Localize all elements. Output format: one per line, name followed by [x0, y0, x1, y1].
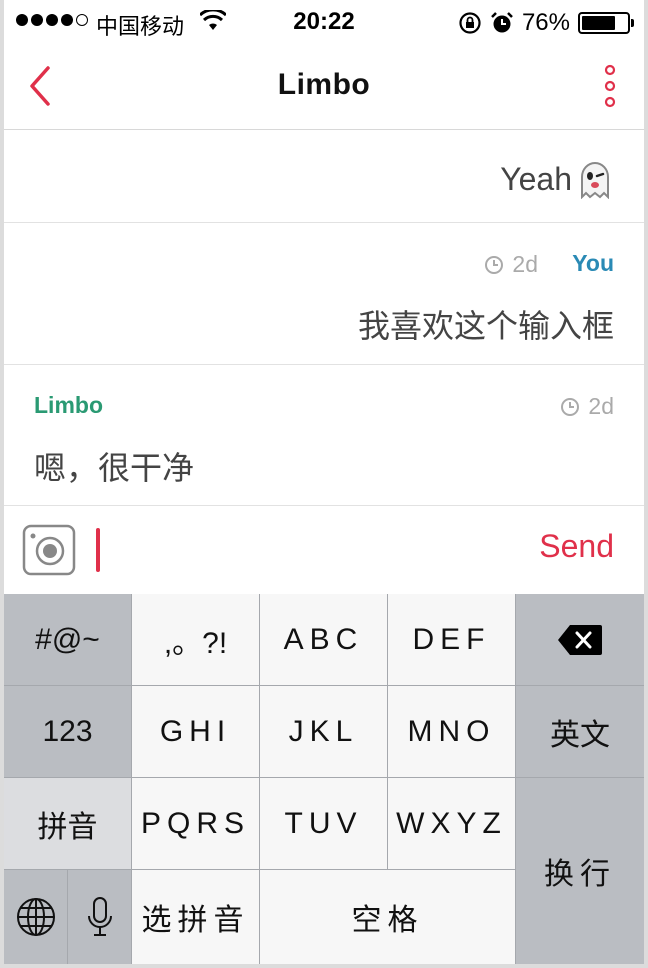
ghost-emoji-icon [581, 162, 609, 199]
message-input-bar: Send [4, 506, 644, 594]
delete-icon [558, 624, 602, 655]
more-options-icon[interactable] [602, 64, 618, 108]
message-author: Limbo [34, 392, 103, 418]
page-title: Limbo [277, 68, 371, 101]
message-text: 嗯，很干净 [34, 450, 195, 486]
camera-icon[interactable] [22, 524, 76, 576]
globe-icon [16, 898, 55, 936]
nav-bar: Limbo [4, 44, 644, 130]
key-english[interactable]: 英文 [516, 686, 644, 778]
clock-icon [485, 255, 504, 274]
status-bar: 中国移动 20:22 76% [4, 0, 644, 44]
key-pqrs[interactable]: PQRS [132, 778, 260, 870]
key-mno[interactable]: MNO [388, 686, 516, 778]
keyboard: #@~ ,。?! ABC DEF 123 GHI JKL MNO 英文 拼音 P… [4, 594, 644, 964]
message-input[interactable] [96, 528, 100, 572]
message-time: 2d [560, 393, 614, 420]
key-pinyin[interactable]: 拼音 [4, 778, 132, 870]
key-ghi[interactable]: GHI [132, 686, 260, 778]
message-item: Limbo 2d 嗯，很干净 [4, 365, 644, 506]
key-symbols[interactable]: #@~ [4, 594, 132, 686]
message-text: Yeah [500, 160, 572, 197]
message-text: 我喜欢这个输入框 [357, 308, 614, 344]
key-select-pinyin[interactable]: 选拼音 [132, 870, 260, 964]
phone-screen: 中国移动 20:22 76% Limbo Yeah 2d You 我喜欢这个输入… [4, 0, 644, 964]
key-numbers[interactable]: 123 [4, 686, 132, 778]
key-microphone[interactable] [68, 870, 132, 964]
key-def[interactable]: DEF [388, 594, 516, 686]
clock-icon [561, 397, 580, 416]
key-punctuation[interactable]: ,。?! [132, 594, 260, 686]
key-wxyz[interactable]: WXYZ [388, 778, 516, 870]
battery-percent: 76% [521, 9, 570, 36]
key-abc[interactable]: ABC [260, 594, 388, 686]
send-button[interactable]: Send [539, 528, 614, 565]
message-item: 2d You 我喜欢这个输入框 [4, 223, 644, 365]
key-jkl[interactable]: JKL [260, 686, 388, 778]
key-return[interactable]: 换行 [516, 778, 644, 964]
battery-icon [578, 12, 634, 34]
rotation-lock-icon [459, 12, 481, 34]
key-tuv[interactable]: TUV [260, 778, 388, 870]
key-delete[interactable] [516, 594, 644, 686]
message-time: 2d [484, 251, 538, 278]
key-globe[interactable] [4, 870, 68, 964]
key-space[interactable]: 空格 [260, 870, 516, 964]
microphone-icon [87, 897, 112, 936]
message-item: Yeah [4, 131, 644, 223]
alarm-icon [491, 12, 513, 33]
message-author: You [572, 250, 614, 276]
